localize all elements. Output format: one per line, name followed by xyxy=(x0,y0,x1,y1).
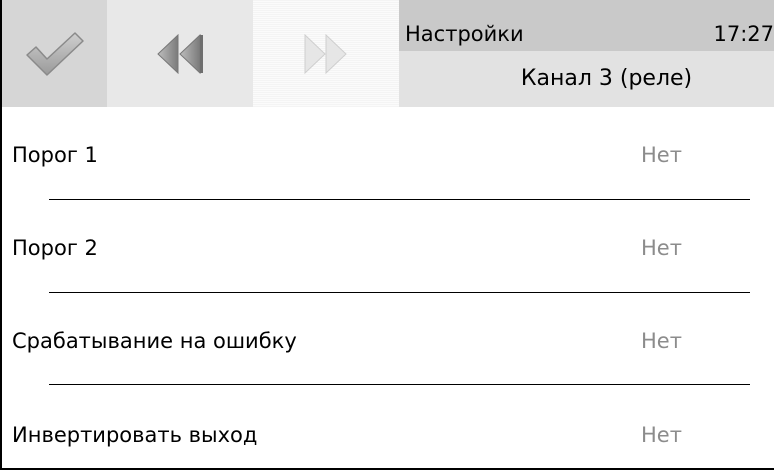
setting-row-threshold-1[interactable]: Порог 1 Нет xyxy=(2,125,774,185)
settings-screen: Настройки 17:27 Канал 3 (реле) Порог 1 Н… xyxy=(0,0,774,470)
divider xyxy=(49,292,750,293)
rewind-icon xyxy=(157,33,203,74)
channel-subtitle: Канал 3 (реле) xyxy=(520,66,693,91)
clock: 17:27 xyxy=(713,22,774,46)
title-bar: Настройки 17:27 xyxy=(399,0,774,51)
subtitle-bar: Канал 3 (реле) xyxy=(399,51,774,107)
setting-value: Нет xyxy=(641,236,682,260)
page-title: Настройки xyxy=(405,22,524,46)
setting-value: Нет xyxy=(641,423,682,447)
setting-label: Срабатывание на ошибку xyxy=(12,329,297,353)
confirm-button[interactable] xyxy=(2,0,107,107)
setting-value: Нет xyxy=(641,143,682,167)
checkmark-icon xyxy=(25,31,84,76)
setting-label: Порог 2 xyxy=(12,236,98,260)
divider xyxy=(49,384,750,385)
next-button[interactable] xyxy=(253,0,399,107)
title-panel: Настройки 17:27 Канал 3 (реле) xyxy=(399,0,774,107)
setting-row-invert-output[interactable]: Инвертировать выход Нет xyxy=(2,405,774,465)
fast-forward-icon xyxy=(304,33,347,74)
setting-value: Нет xyxy=(641,329,682,353)
setting-row-threshold-2[interactable]: Порог 2 Нет xyxy=(2,218,774,278)
setting-label: Порог 1 xyxy=(12,143,98,167)
top-bar: Настройки 17:27 Канал 3 (реле) xyxy=(2,0,774,107)
previous-button[interactable] xyxy=(107,0,253,107)
divider xyxy=(49,199,750,200)
setting-row-error-trigger[interactable]: Срабатывание на ошибку Нет xyxy=(2,311,774,371)
setting-label: Инвертировать выход xyxy=(12,423,258,447)
